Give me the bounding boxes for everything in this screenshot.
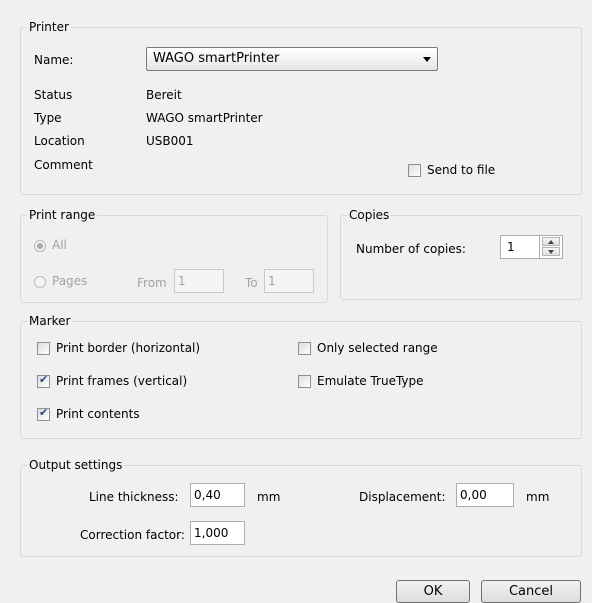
spin-down-icon[interactable] — [542, 247, 560, 256]
send-to-file-checkbox[interactable] — [408, 164, 421, 177]
output-settings-group: Output settings — [20, 458, 582, 557]
emulate-truetype-checkbox[interactable] — [298, 375, 311, 388]
copies-legend: Copies — [347, 208, 392, 223]
print-border-label[interactable]: Print border (horizontal) — [56, 341, 200, 356]
printer-name-combo[interactable]: WAGO smartPrinter — [146, 47, 438, 71]
print-contents-label[interactable]: Print contents — [56, 407, 140, 422]
print-frames-label[interactable]: Print frames (vertical) — [56, 374, 187, 389]
displacement-input[interactable]: 0,00 — [456, 483, 514, 507]
location-value: USB001 — [146, 134, 194, 148]
displacement-unit: mm — [526, 490, 550, 504]
printer-legend: Printer — [27, 20, 71, 35]
emulate-truetype-label[interactable]: Emulate TrueType — [317, 374, 424, 389]
output-settings-legend: Output settings — [27, 458, 125, 473]
all-label[interactable]: All — [52, 238, 67, 253]
all-radio[interactable] — [34, 240, 46, 252]
marker-legend: Marker — [27, 314, 73, 329]
print-border-checkbox[interactable] — [37, 342, 50, 355]
from-input[interactable]: 1 — [174, 269, 224, 293]
cancel-button[interactable]: Cancel — [481, 580, 581, 603]
line-thickness-label: Line thickness: — [89, 490, 179, 504]
print-frames-checkbox[interactable] — [37, 373, 50, 388]
type-value: WAGO smartPrinter — [146, 111, 263, 125]
number-of-copies-label: Number of copies: — [356, 242, 466, 256]
displacement-label: Displacement: — [359, 490, 446, 504]
pages-radio[interactable] — [34, 276, 46, 288]
print-range-legend: Print range — [27, 208, 98, 223]
from-label: From — [137, 276, 167, 290]
chevron-down-icon[interactable] — [423, 57, 431, 62]
ok-button[interactable]: OK — [396, 580, 470, 603]
printer-name-value: WAGO smartPrinter — [153, 51, 280, 66]
print-contents-checkbox[interactable] — [37, 406, 50, 421]
type-label: Type — [34, 111, 62, 125]
copies-spinner[interactable] — [539, 235, 563, 259]
status-value: Bereit — [146, 88, 182, 102]
line-thickness-input[interactable]: 0,40 — [190, 483, 245, 507]
comment-label: Comment — [34, 158, 93, 172]
location-label: Location — [34, 134, 85, 148]
number-of-copies-input[interactable]: 1 — [500, 235, 540, 259]
only-selected-range-label[interactable]: Only selected range — [317, 341, 438, 356]
correction-factor-input[interactable]: 1,000 — [190, 521, 245, 545]
spin-up-icon[interactable] — [542, 237, 560, 246]
send-to-file-label[interactable]: Send to file — [427, 163, 495, 178]
status-label: Status — [34, 88, 73, 102]
line-thickness-unit: mm — [257, 490, 281, 504]
name-label: Name: — [34, 53, 74, 67]
correction-factor-label: Correction factor: — [80, 528, 185, 542]
to-input[interactable]: 1 — [264, 269, 314, 293]
only-selected-range-checkbox[interactable] — [298, 342, 311, 355]
pages-label[interactable]: Pages — [52, 274, 87, 289]
to-label: To — [245, 276, 258, 290]
